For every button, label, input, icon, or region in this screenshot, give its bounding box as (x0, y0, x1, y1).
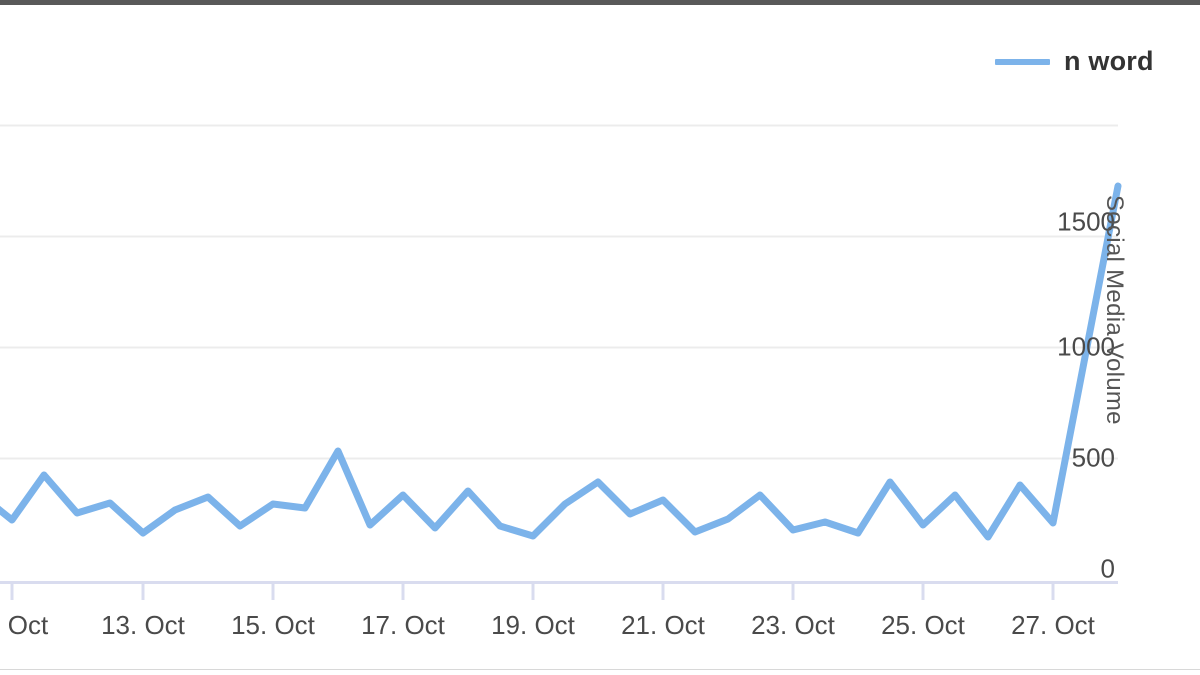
line-chart-svg (0, 124, 1122, 600)
y-axis-title: Social Media Volume (1101, 195, 1128, 425)
series-n-word (0, 182, 1122, 541)
x-axis-ticks (10, 582, 1055, 600)
gridlines (0, 124, 1118, 460)
bottom-rule (0, 669, 1200, 670)
plot-area (0, 0, 1200, 675)
chart-screenshot: n word 0 500 1000 1500 Social Media Volu… (0, 0, 1200, 675)
